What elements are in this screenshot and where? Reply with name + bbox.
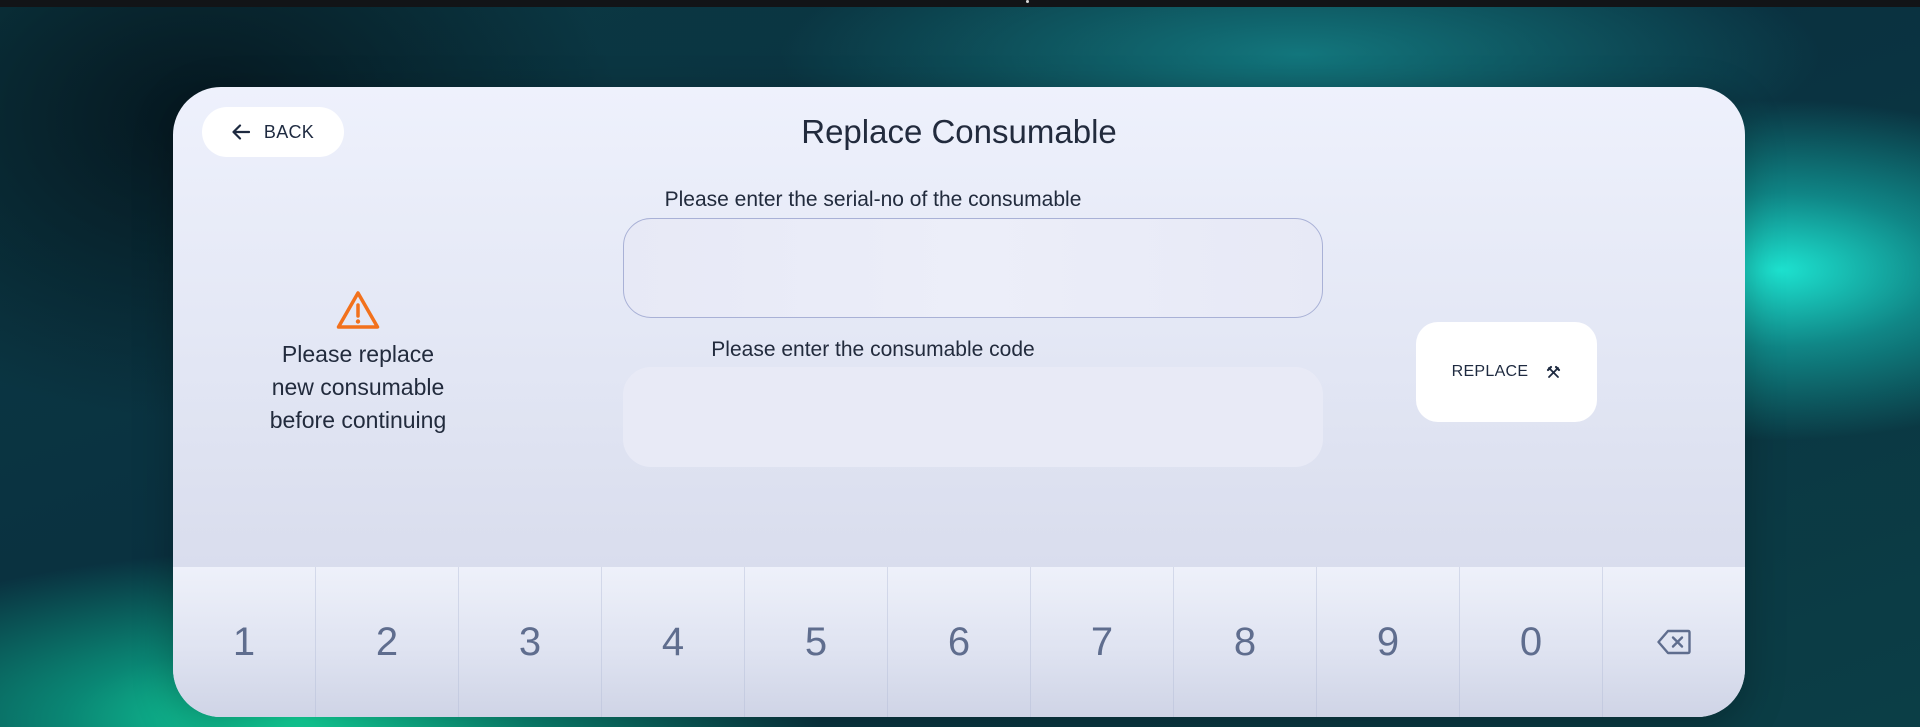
consumable-code-input[interactable] xyxy=(623,367,1323,467)
warning-line-1: Please replace xyxy=(281,341,435,367)
numeric-keypad: 1 2 3 4 5 6 7 8 9 0 xyxy=(173,567,1745,717)
key-1[interactable]: 1 xyxy=(173,567,316,717)
warning-text: Please replace new consumable before con… xyxy=(253,338,463,437)
key-4[interactable]: 4 xyxy=(602,567,745,717)
status-dot xyxy=(1026,0,1029,3)
replace-consumable-panel: BACK Replace Consumable Please replace n… xyxy=(173,87,1745,717)
key-2[interactable]: 2 xyxy=(316,567,459,717)
replace-label: REPLACE xyxy=(1451,363,1529,380)
backspace-key[interactable] xyxy=(1603,567,1745,717)
replace-button[interactable]: REPLACE xyxy=(1416,322,1597,422)
key-8[interactable]: 8 xyxy=(1174,567,1317,717)
consumable-code-label: Please enter the consumable code xyxy=(711,338,1035,361)
key-0[interactable]: 0 xyxy=(1460,567,1603,717)
page-title: Replace Consumable xyxy=(801,113,1117,150)
key-9[interactable]: 9 xyxy=(1317,567,1460,717)
key-3[interactable]: 3 xyxy=(459,567,602,717)
key-6[interactable]: 6 xyxy=(888,567,1031,717)
key-7[interactable]: 7 xyxy=(1031,567,1174,717)
backspace-icon xyxy=(1657,629,1691,655)
warning-triangle-icon xyxy=(336,291,380,329)
top-status-bar xyxy=(0,0,1920,7)
serial-number-label: Please enter the serial-no of the consum… xyxy=(664,188,1082,211)
key-5[interactable]: 5 xyxy=(745,567,888,717)
warning-message: Please replace new consumable before con… xyxy=(253,290,463,437)
serial-number-input[interactable] xyxy=(623,218,1323,318)
warning-line-3: before continuing xyxy=(269,407,447,433)
tools-icon xyxy=(1547,365,1561,378)
warning-line-2: new consumable xyxy=(271,374,445,400)
